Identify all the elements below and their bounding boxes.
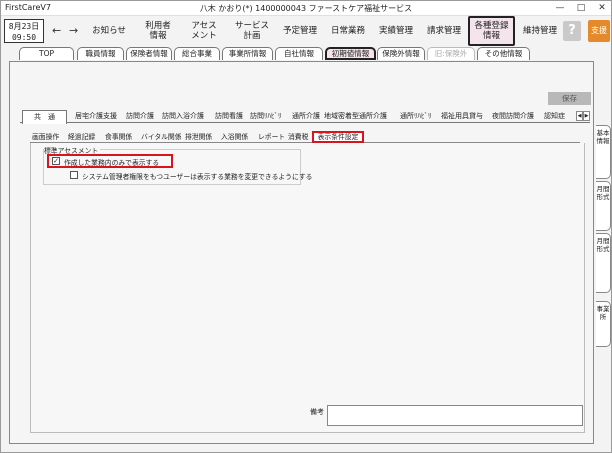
option1-checkbox[interactable]: ✓ <box>52 157 60 165</box>
main-nav: 8月23日 09:50 ← → お知らせ 利用者 情報 アセス メント サービス… <box>1 16 611 46</box>
nav-registration-info[interactable]: 各種登録 情報 <box>468 16 515 46</box>
nav-notices[interactable]: お知らせ <box>86 16 132 46</box>
scroll-left-icon[interactable]: ◀ <box>576 111 583 121</box>
tab-non-insurance[interactable]: 保険外情報 <box>377 47 425 60</box>
nav-assessment[interactable]: アセス メント <box>181 16 227 46</box>
date-display: 8月23日 09:50 <box>4 19 44 43</box>
nav-user-info[interactable]: 利用者 情報 <box>135 16 181 46</box>
tab-staff-info[interactable]: 職員情報 <box>77 47 124 60</box>
forward-arrow-icon[interactable]: → <box>69 24 78 37</box>
tab-progress-records[interactable]: 経過記録 <box>68 131 95 143</box>
tab-excretion[interactable]: 排泄関係 <box>185 131 212 143</box>
note-input[interactable] <box>327 405 583 426</box>
app-window: FirstCareV7 八木 かおり(*) 1400000043 ファーストケア… <box>0 0 612 453</box>
minimize-button[interactable]: — <box>549 1 571 15</box>
tab-reports[interactable]: レポート <box>258 131 285 143</box>
nav-schedule[interactable]: 予定管理 <box>277 16 323 46</box>
side-tab-basic-info[interactable]: 基本情報 <box>596 125 611 179</box>
tab-vitals[interactable]: バイタル関係 <box>141 131 182 143</box>
side-tab-label: 事業所 <box>596 305 610 321</box>
tab-meals[interactable]: 食事関係 <box>105 131 132 143</box>
tabs-level2: 共 通 居宅介護支援 訪問介護 訪問入浴介護 訪問看護 訪問ﾘﾊﾋﾞﾘ 通所介護… <box>20 110 590 124</box>
nav-service-plan[interactable]: サービス 計画 <box>229 16 275 46</box>
date-text: 8月23日 <box>8 22 40 31</box>
close-button[interactable]: ✕ <box>591 1 612 15</box>
content-panel: 保存 共 通 居宅介護支援 訪問介護 訪問入浴介護 訪問看護 訪問ﾘﾊﾋﾞﾘ 通… <box>9 61 594 444</box>
tab-home-visit-care[interactable]: 訪問介護 <box>126 110 154 123</box>
tab-scroll-buttons: ◀ ▶ <box>576 111 590 121</box>
side-tab-monthly-1[interactable]: 月間形式 <box>596 181 611 231</box>
tab-screen-operation[interactable]: 画面操作 <box>32 131 59 143</box>
tab-visit-nursing[interactable]: 訪問看護 <box>215 110 243 123</box>
tab-common[interactable]: 共 通 <box>22 110 67 124</box>
tab-initial-values[interactable]: 初期値情報 <box>325 47 376 60</box>
scroll-right-icon[interactable]: ▶ <box>583 111 590 121</box>
side-tab-office[interactable]: 事業所 <box>596 301 611 347</box>
back-arrow-icon[interactable]: ← <box>52 24 61 37</box>
tab-consumption-tax[interactable]: 消費税 <box>288 131 308 143</box>
tab-bathing[interactable]: 入浴関係 <box>221 131 248 143</box>
tab-top[interactable]: TOP <box>19 47 74 60</box>
side-tab-label: 月間形式 <box>596 185 610 201</box>
tab-office-info[interactable]: 事業所情報 <box>222 47 273 60</box>
help-button[interactable]: ? <box>563 21 581 41</box>
window-title: 八木 かおり(*) 1400000043 ファーストケア福祉サービス <box>199 4 413 13</box>
tab-other-info[interactable]: その他情報 <box>477 47 530 60</box>
nav-records[interactable]: 実績管理 <box>373 16 419 46</box>
option1-label[interactable]: 作成した業務内のみで表示する <box>64 157 159 167</box>
tab-insurer-info[interactable]: 保険者情報 <box>126 47 172 60</box>
tab-day-rehab[interactable]: 通所ﾘﾊﾋﾞﾘ <box>400 110 432 123</box>
tab-dementia[interactable]: 認知症 <box>544 110 574 123</box>
support-button[interactable]: 支援 <box>588 20 610 42</box>
maximize-button[interactable]: □ <box>570 1 592 15</box>
side-tab-monthly-2[interactable]: 月間形式 <box>596 233 611 293</box>
option2-checkbox[interactable] <box>70 171 78 179</box>
tab-community-day-care[interactable]: 地域密着型通所介護 <box>324 110 387 123</box>
time-text: 09:50 <box>11 33 37 42</box>
option2-label[interactable]: システム管理者権限をもつユーザーは表示する業務を変更できるようにする <box>82 171 312 181</box>
settings-panel: 標準アセスメント ✓ 作成した業務内のみで表示する システム管理者権限をもつユー… <box>30 143 585 433</box>
tab-display-conditions[interactable]: 表示条件設定 <box>312 131 364 143</box>
tab-home-care-support[interactable]: 居宅介護支援 <box>75 110 117 123</box>
tab-day-care[interactable]: 通所介護 <box>292 110 320 123</box>
tab-night-visit-care[interactable]: 夜間訪問介護 <box>492 110 534 123</box>
tab-visit-bathing[interactable]: 訪問入浴介護 <box>162 110 204 123</box>
nav-maintenance[interactable]: 維持管理 <box>517 16 563 46</box>
tabs-level3: 画面操作 経過記録 食事関係 バイタル関係 排泄関係 入浴関係 レポート 消費税… <box>30 131 580 143</box>
nav-billing[interactable]: 請求管理 <box>421 16 467 46</box>
side-tab-label: 月間形式 <box>596 237 610 253</box>
tab-general-business[interactable]: 総合事業 <box>174 47 220 60</box>
nav-daily-work[interactable]: 日常業務 <box>325 16 371 46</box>
side-tab-label: 基本情報 <box>596 129 610 145</box>
save-button[interactable]: 保存 <box>548 92 591 105</box>
title-bar: FirstCareV7 八木 かおり(*) 1400000043 ファーストケア… <box>1 1 611 16</box>
tab-company-info[interactable]: 自社情報 <box>275 47 323 60</box>
tab-welfare-equipment[interactable]: 福祉用具貸与 <box>441 110 483 123</box>
tab-visit-rehab[interactable]: 訪問ﾘﾊﾋﾞﾘ <box>250 110 282 123</box>
note-label: 備考 <box>310 408 324 416</box>
tab-old-non-insurance[interactable]: 旧:保険外 <box>427 47 475 60</box>
tabs-level1: TOP 職員情報 保険者情報 総合事業 事業所情報 自社情報 初期値情報 保険外… <box>1 47 611 61</box>
